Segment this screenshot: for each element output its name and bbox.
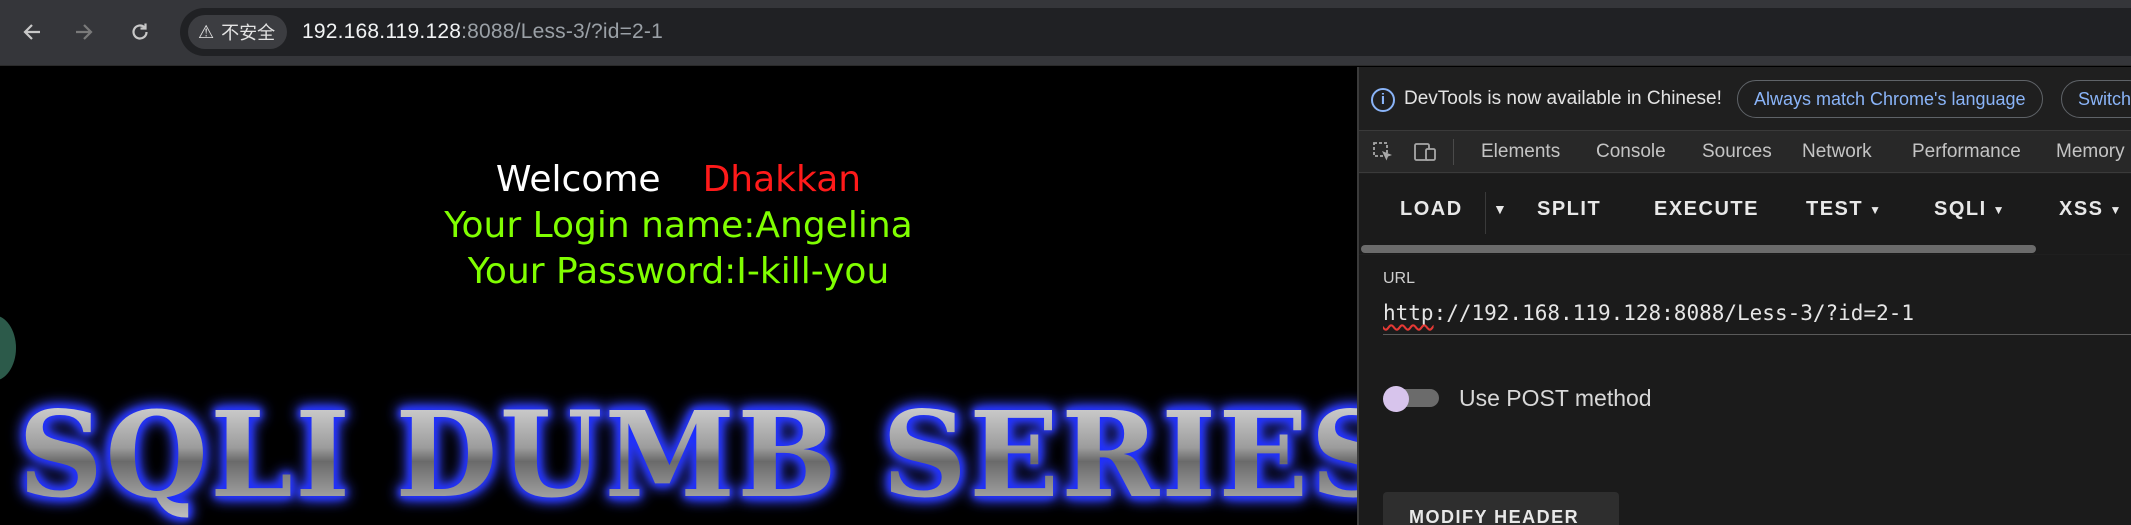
login-name-text: Your Login name:Angelina [444, 205, 913, 246]
url-rest: ://192.168.119.128:8088/Less-3/?id=2-1 [1433, 301, 1915, 325]
url-label: URL [1383, 270, 1416, 287]
toggle-thumb [1383, 386, 1409, 412]
devtools-tabbar: Elements Console Sources Network Perform… [1359, 131, 2131, 173]
post-method-label: Use POST method [1459, 385, 1652, 411]
inspect-element-icon[interactable] [1371, 140, 1395, 164]
hackbar-separator [1485, 192, 1486, 234]
security-label: 不安全 [221, 23, 276, 43]
address-bar[interactable]: ⚠ 不安全 192.168.119.128:8088/Less-3/?id=2-… [180, 8, 2131, 56]
password-text: Your Password:I-kill-you [467, 251, 890, 292]
welcome-line: Welcome Dhakkan [0, 159, 1357, 200]
test-label: TEST [1806, 198, 1864, 220]
tab-elements[interactable]: Elements [1481, 141, 1560, 163]
tab-performance[interactable]: Performance [1912, 141, 2021, 163]
sqli-banner: SQLI DUMB SERIES [18, 385, 1357, 524]
address-url[interactable]: 192.168.119.128:8088/Less-3/?id=2-1 [302, 20, 663, 44]
caret-down-icon: ▼ [1992, 202, 2007, 217]
hackbar-scrollbar[interactable] [1361, 245, 2036, 253]
web-page: Welcome Dhakkan Your Login name:Angelina … [0, 67, 1357, 525]
reload-button[interactable] [122, 14, 158, 50]
security-chip[interactable]: ⚠ 不安全 [188, 15, 288, 49]
info-message: DevTools is now available in Chinese! [1404, 88, 1722, 109]
hackbar-content: URL http://192.168.119.128:8088/Less-3/?… [1359, 255, 2131, 525]
reload-icon [132, 23, 148, 40]
load-button[interactable]: LOAD [1400, 198, 1463, 221]
tab-network[interactable]: Network [1802, 141, 1872, 163]
modify-header-button[interactable]: MODIFY HEADER [1383, 492, 1619, 525]
browser-toolbar: ⚠ 不安全 192.168.119.128:8088/Less-3/?id=2-… [0, 0, 2131, 66]
arrow-left-icon [23, 24, 40, 40]
post-method-toggle[interactable] [1383, 386, 1439, 412]
match-language-button[interactable]: Always match Chrome's language [1737, 80, 2043, 118]
side-panel-handle[interactable] [0, 315, 16, 381]
url-scheme: http [1383, 301, 1434, 325]
sqli-label: SQLI [1934, 198, 1987, 220]
sqli-menu-button[interactable]: SQLI ▼ [1934, 198, 2006, 221]
caret-down-icon: ▼ [1869, 202, 1883, 217]
tab-separator [1453, 139, 1454, 165]
url-host: 192.168.119.128 [302, 20, 462, 43]
tab-console[interactable]: Console [1596, 141, 1666, 163]
split-button[interactable]: SPLIT [1537, 198, 1601, 221]
test-menu-button[interactable]: TEST ▼ [1806, 198, 1883, 221]
url-textarea[interactable]: http://192.168.119.128:8088/Less-3/?id=2… [1383, 295, 2131, 335]
caret-down-icon: ▼ [1493, 201, 1509, 217]
load-dropdown-button[interactable]: ▼ [1493, 201, 1508, 217]
device-toolbar-icon[interactable] [1413, 140, 1437, 164]
warning-icon: ⚠ [198, 21, 215, 42]
url-path: :8088/Less-3/?id=2-1 [461, 20, 663, 43]
hackbar-toolbar: LOAD ▼ SPLIT EXECUTE TEST ▼ SQLI ▼ XSS ▼ [1359, 174, 2131, 254]
info-icon: i [1371, 88, 1395, 112]
xss-label: XSS [2059, 198, 2104, 220]
caret-down-icon: ▼ [2109, 202, 2123, 217]
devtools-infobar: i DevTools is now available in Chinese! … [1359, 67, 2131, 131]
tab-sources[interactable]: Sources [1702, 141, 1772, 163]
devtools-panel: i DevTools is now available in Chinese! … [1357, 67, 2131, 525]
forward-button[interactable] [66, 14, 102, 50]
welcome-name: Dhakkan [702, 159, 862, 200]
back-button[interactable] [14, 14, 50, 50]
welcome-text: Welcome [495, 159, 661, 200]
execute-button[interactable]: EXECUTE [1654, 198, 1759, 221]
arrow-right-icon [76, 24, 93, 40]
switch-language-button[interactable]: Switch [2061, 80, 2131, 118]
xss-menu-button[interactable]: XSS ▼ [2059, 198, 2123, 221]
tab-memory[interactable]: Memory [2056, 141, 2125, 163]
